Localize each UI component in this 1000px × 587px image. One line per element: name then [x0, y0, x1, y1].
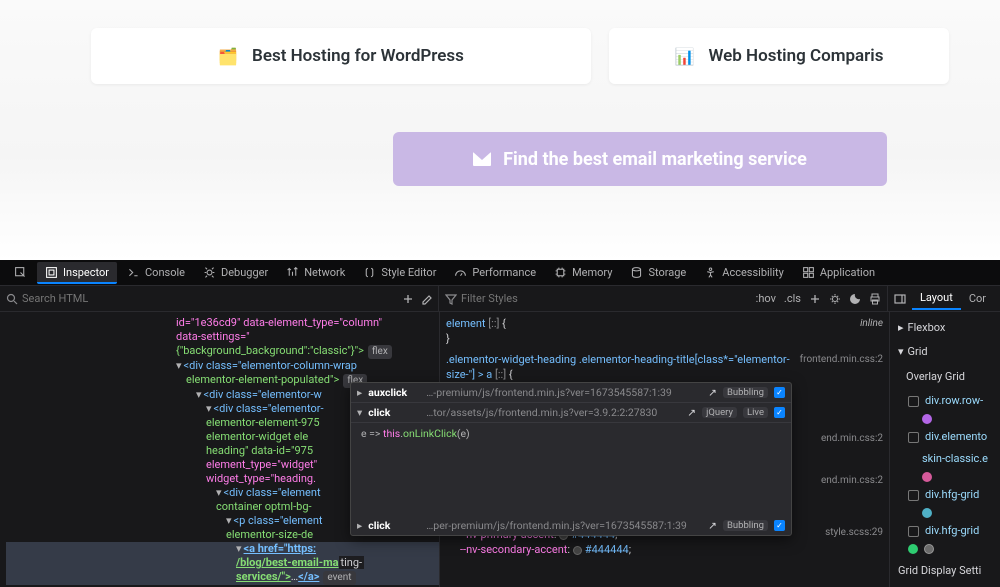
event-row[interactable]: ▸ auxclick …-premium/js/frontend.min.js?… [351, 383, 791, 403]
sidebar-toggle-icon[interactable] [894, 293, 906, 305]
plus-icon[interactable] [809, 293, 821, 305]
hov-toggle[interactable]: :hov [756, 292, 776, 305]
overlay-grid-label: Overlay Grid [898, 368, 992, 386]
grid-item[interactable]: div.row.row- [898, 390, 992, 412]
event-row[interactable]: ▾ click …tor/assets/js/frontend.min.js?v… [351, 403, 791, 423]
comparison-card[interactable]: 📊 Web Hosting Comparis [609, 28, 949, 84]
event-row[interactable]: ▸ click …per-premium/js/frontend.min.js?… [351, 516, 791, 535]
styles-filter[interactable] [445, 292, 750, 305]
dark-icon[interactable] [849, 293, 861, 305]
event-badge[interactable]: event [323, 571, 355, 585]
tab-label: Inspector [63, 266, 109, 279]
grid-item[interactable]: div.hfg-grid [898, 520, 992, 542]
card-label: Best Hosting for WordPress [252, 46, 464, 66]
envelope-icon [473, 152, 491, 166]
tab-style-editor[interactable]: Style Editor [355, 262, 444, 284]
tab-label: Network [304, 266, 345, 279]
checkbox-icon[interactable]: ✓ [774, 407, 785, 418]
tab-debugger[interactable]: Debugger [195, 262, 276, 284]
eyedropper-icon[interactable] [420, 293, 432, 305]
card-label: Web Hosting Comparis [708, 46, 883, 66]
checkbox-icon[interactable]: ✓ [774, 387, 785, 398]
filter-input[interactable] [461, 292, 571, 305]
styles-tools: :hov .cls [756, 292, 881, 305]
chart-icon: 📊 [675, 47, 695, 66]
open-icon[interactable]: ↗ [687, 406, 696, 419]
event-listeners-popup[interactable]: ▸ auxclick …-premium/js/frontend.min.js?… [350, 382, 792, 536]
light-icon[interactable] [829, 293, 841, 305]
open-icon[interactable]: ↗ [708, 386, 717, 399]
tab-label: Storage [648, 266, 686, 279]
tab-console[interactable]: Console [119, 262, 193, 284]
grid-section-head[interactable]: ▾Grid [898, 340, 992, 364]
flexbox-section-head[interactable]: ▸Flexbox [898, 316, 992, 340]
card-row: 🗂️ Best Hosting for WordPress 📊 Web Host… [0, 28, 1000, 84]
search-input[interactable] [22, 292, 142, 305]
cta-wrap: Find the best email marketing service [0, 132, 1000, 186]
tab-inspector[interactable]: Inspector [37, 262, 117, 284]
email-marketing-cta[interactable]: Find the best email marketing service [393, 132, 887, 186]
search-icon [6, 293, 18, 305]
checkbox-icon[interactable]: ✓ [774, 520, 785, 531]
tab-storage[interactable]: Storage [622, 262, 694, 284]
tab-label: Accessibility [722, 266, 784, 279]
print-icon[interactable] [869, 293, 881, 305]
html-search[interactable] [6, 292, 396, 305]
event-code: e => this.onLinkClick(e) [351, 423, 791, 444]
dom-toolbar [0, 286, 439, 311]
layout-tabs: Layout Cor [888, 286, 1000, 311]
grid-item[interactable]: div.hfg-grid [898, 484, 992, 506]
grid-item[interactable]: div.elemento [898, 426, 992, 448]
tab-network[interactable]: Network [278, 262, 353, 284]
styles-toolbar: :hov .cls [439, 286, 888, 311]
tab-layout[interactable]: Layout [912, 288, 961, 310]
folder-icon: 🗂️ [218, 47, 238, 66]
filter-icon [445, 293, 457, 305]
tab-label: Application [820, 266, 875, 279]
cls-toggle[interactable]: .cls [784, 292, 801, 305]
tab-label: Performance [472, 266, 536, 279]
website-viewport: 🗂️ Best Hosting for WordPress 📊 Web Host… [0, 0, 1000, 260]
tab-label: Memory [572, 266, 612, 279]
cta-label: Find the best email marketing service [503, 149, 807, 170]
tab-label: Debugger [221, 266, 268, 279]
add-icon[interactable] [402, 293, 414, 305]
tab-accessibility[interactable]: Accessibility [696, 262, 792, 284]
tab-application[interactable]: Application [794, 262, 883, 284]
tab-memory[interactable]: Memory [546, 262, 620, 284]
devtools-tabs: Inspector Console Debugger Network Style… [0, 260, 1000, 286]
devtools-subbar: :hov .cls Layout Cor [0, 286, 1000, 312]
tab-label: Style Editor [381, 266, 436, 279]
element-picker-button[interactable] [6, 262, 35, 284]
grid-option[interactable]: Display line nu [898, 582, 992, 587]
open-icon[interactable]: ↗ [708, 519, 717, 532]
tab-label: Console [145, 266, 185, 279]
hosting-card[interactable]: 🗂️ Best Hosting for WordPress [91, 28, 591, 84]
layout-panel[interactable]: ▸Flexbox ▾Grid Overlay Grid div.row.row-… [890, 312, 1000, 587]
dom-toolbar-icons [402, 293, 432, 305]
tab-computed[interactable]: Cor [961, 288, 994, 310]
tab-performance[interactable]: Performance [446, 262, 544, 284]
grid-display-settings-label: Grid Display Setti [898, 556, 992, 582]
